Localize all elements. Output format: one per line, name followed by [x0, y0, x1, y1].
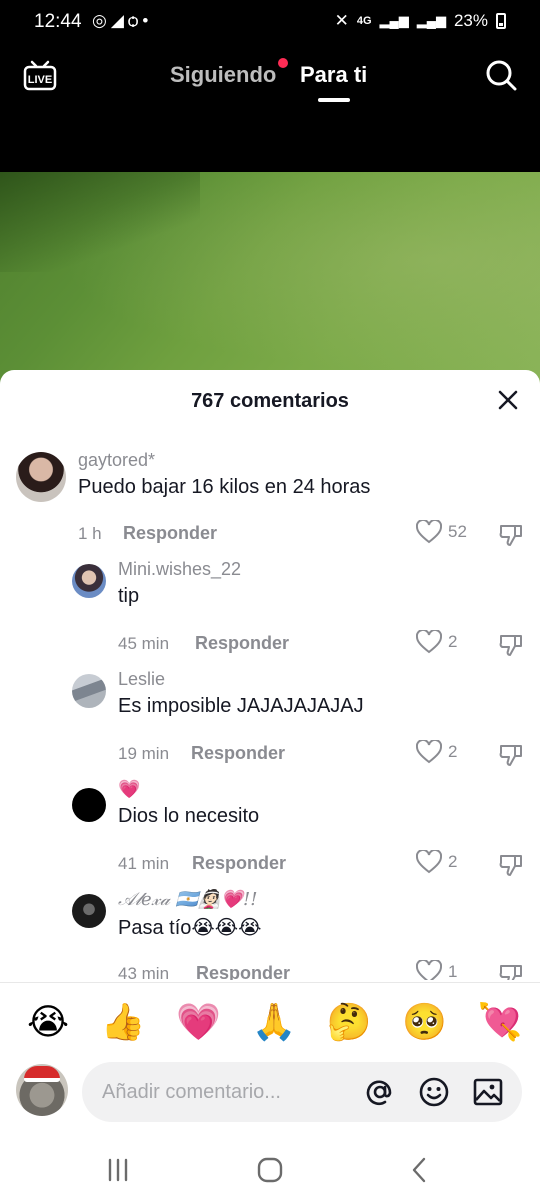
comment-item: 💗 Dios lo necesito 41 min Responder 2 — [0, 779, 540, 886]
emoji-cupid-heart-button[interactable]: 💘 — [476, 998, 524, 1046]
comment-item: 𝒜𝓁𝑒𝓍𝒶 🇦🇷👰🏻💗!! Pasa tío😭😭😭 43 min Respond… — [0, 889, 540, 980]
system-indicators: ✕ 4G ▂▄▆ ▂▄▆ 23% — [335, 11, 506, 31]
santa-hat-icon — [24, 1066, 60, 1082]
emoji-crying-button[interactable]: 😭 — [24, 998, 72, 1046]
notification-icons: ◎◢ѻ• — [92, 11, 153, 30]
like-button[interactable]: 1 — [416, 960, 457, 980]
comment-input-row — [0, 1062, 540, 1122]
dislike-icon[interactable] — [498, 962, 524, 980]
signal-icon: ▂▄▆ — [379, 13, 409, 28]
heart-icon — [416, 520, 442, 544]
reply-button[interactable]: Responder — [195, 633, 289, 654]
heart-icon — [416, 630, 442, 654]
active-tab-indicator — [318, 98, 350, 102]
reply-button[interactable]: Responder — [191, 743, 285, 764]
dislike-icon[interactable] — [498, 742, 524, 768]
comment-username[interactable]: 𝒜𝓁𝑒𝓍𝒶 🇦🇷👰🏻💗!! — [118, 889, 257, 910]
comments-count-title: 767 comentarios — [191, 390, 349, 412]
avatar[interactable] — [72, 894, 106, 928]
comment-text[interactable]: Dios lo necesito — [118, 805, 259, 828]
dislike-icon[interactable] — [498, 632, 524, 658]
comment-item: Leslie Es imposible JAJAJAJAJAJ 19 min R… — [0, 669, 540, 776]
tab-for-you[interactable]: Para ti — [300, 62, 367, 88]
emoji-thumbs-up-button[interactable]: 👍 — [99, 998, 147, 1046]
comment-username[interactable]: Leslie — [118, 669, 165, 690]
like-button[interactable]: 2 — [416, 630, 457, 654]
avatar[interactable] — [72, 788, 106, 822]
like-count: 2 — [448, 742, 458, 761]
tab-following[interactable]: Siguiendo — [170, 62, 276, 88]
comment-text[interactable]: Pasa tío😭😭😭 — [118, 915, 262, 940]
emoji-icon[interactable] — [418, 1076, 450, 1108]
battery-icon — [496, 13, 506, 29]
image-icon[interactable] — [472, 1076, 504, 1108]
comment-item: Mini.wishes_22 tip 45 min Responder 2 — [0, 559, 540, 664]
emoji-pray-button[interactable]: 🙏 — [250, 998, 298, 1046]
reply-button[interactable]: Responder — [123, 523, 217, 544]
divider — [0, 982, 540, 983]
video-shadow — [0, 172, 200, 272]
heart-icon — [416, 960, 442, 980]
comment-input[interactable] — [102, 1076, 352, 1108]
comment-time: 45 min — [118, 634, 170, 653]
system-navigation-bar — [0, 1140, 540, 1200]
clock: 12:44 — [34, 11, 82, 32]
comment-item: gaytored* Puedo bajar 16 kilos en 24 hor… — [0, 450, 540, 560]
comment-time: 43 min — [118, 964, 170, 980]
comments-sheet: 767 comentarios gaytored* Puedo bajar 16… — [0, 370, 540, 1200]
comment-username[interactable]: 💗 — [118, 779, 140, 800]
reply-button[interactable]: Responder — [192, 853, 286, 874]
emoji-heart-button[interactable]: 💗 — [175, 998, 223, 1046]
mute-icon: ✕ — [334, 11, 349, 30]
like-count: 1 — [448, 962, 458, 980]
emoji-pleading-button[interactable]: 🥺 — [401, 998, 449, 1046]
avatar[interactable] — [72, 564, 106, 598]
avatar[interactable] — [16, 452, 66, 502]
like-count: 2 — [448, 632, 458, 651]
live-label: LIVE — [28, 74, 52, 86]
network-label: 4G — [356, 15, 372, 27]
signal-icon-2: ▂▄▆ — [416, 13, 446, 28]
heart-icon — [416, 850, 442, 874]
like-count: 2 — [448, 852, 458, 871]
status-bar: 12:44 ◎◢ѻ• ✕ 4G ▂▄▆ ▂▄▆ 23% — [0, 0, 540, 44]
comment-time: 1 h — [78, 524, 102, 543]
my-avatar[interactable] — [16, 1064, 68, 1116]
comment-time: 41 min — [118, 854, 170, 873]
dislike-icon[interactable] — [498, 852, 524, 878]
top-navigation: LIVE Siguiendo Para ti — [0, 50, 540, 110]
search-icon[interactable] — [484, 58, 518, 92]
like-button[interactable]: 52 — [416, 520, 467, 544]
home-icon[interactable] — [252, 1152, 288, 1188]
comment-text[interactable]: Es imposible JAJAJAJAJAJ — [118, 695, 364, 718]
back-icon[interactable] — [402, 1152, 438, 1188]
comment-username[interactable]: Mini.wishes_22 — [118, 559, 241, 580]
comment-text[interactable]: tip — [118, 585, 139, 608]
like-button[interactable]: 2 — [416, 740, 457, 764]
dislike-icon[interactable] — [498, 522, 524, 548]
comment-username[interactable]: gaytored* — [78, 450, 155, 471]
comment-time: 19 min — [118, 744, 170, 763]
comment-text[interactable]: Puedo bajar 16 kilos en 24 horas — [78, 476, 370, 499]
heart-icon — [416, 740, 442, 764]
comments-list[interactable]: gaytored* Puedo bajar 16 kilos en 24 hor… — [0, 440, 540, 980]
new-content-dot — [278, 58, 288, 68]
mention-icon[interactable] — [364, 1076, 396, 1108]
like-count: 52 — [448, 522, 467, 541]
avatar[interactable] — [72, 674, 106, 708]
comment-input-box[interactable] — [82, 1062, 522, 1122]
emoji-thinking-button[interactable]: 🤔 — [325, 998, 373, 1046]
live-icon[interactable]: LIVE — [22, 58, 58, 94]
reply-button[interactable]: Responder — [196, 963, 290, 980]
recent-apps-icon[interactable] — [100, 1152, 136, 1188]
like-button[interactable]: 2 — [416, 850, 457, 874]
emoji-quick-bar: 😭 👍 💗 🙏 🤔 🥺 💘 — [24, 998, 524, 1046]
close-icon[interactable] — [496, 388, 520, 412]
battery-percent: 23% — [453, 11, 488, 30]
